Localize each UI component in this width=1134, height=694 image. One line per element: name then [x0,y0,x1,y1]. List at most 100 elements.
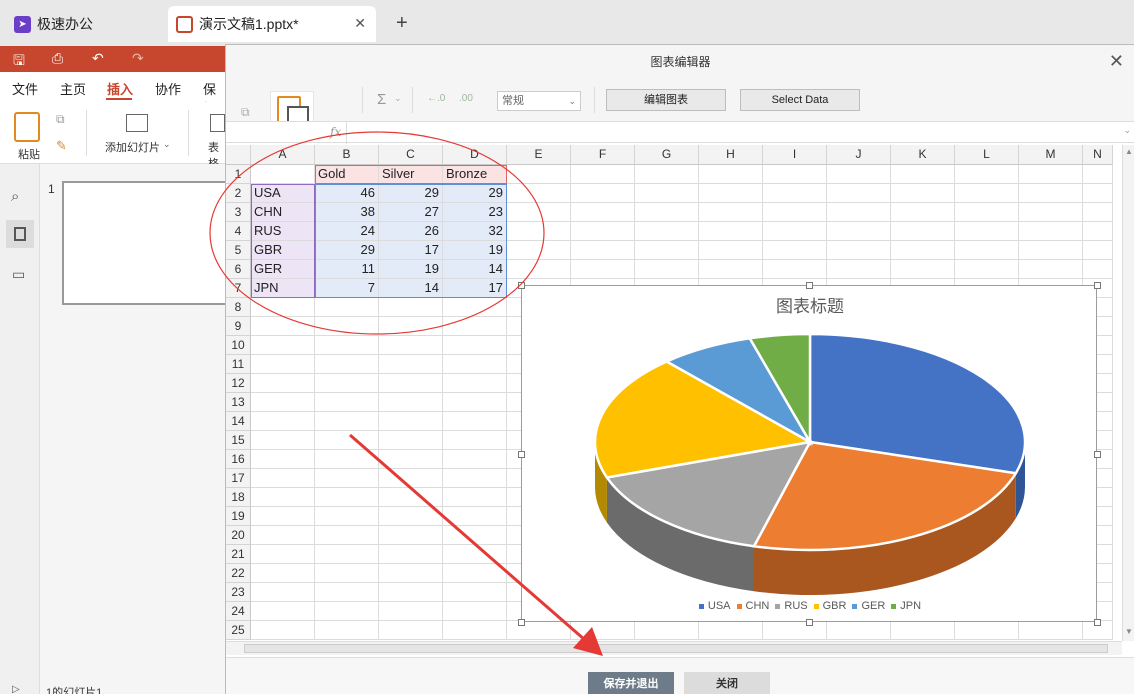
cell-e1[interactable] [507,165,571,184]
cell-m2[interactable] [1019,184,1083,203]
cell-l5[interactable] [955,241,1019,260]
cell-c14[interactable] [379,412,443,431]
cell-a12[interactable] [251,374,315,393]
row-header-21[interactable]: 21 [226,545,251,564]
cell-i5[interactable] [763,241,827,260]
cell-k5[interactable] [891,241,955,260]
row-header-12[interactable]: 12 [226,374,251,393]
cell-c6[interactable]: 19 [379,260,443,279]
cell-a7[interactable]: JPN [251,279,315,298]
cell-k1[interactable] [891,165,955,184]
cell-m4[interactable] [1019,222,1083,241]
cell-b12[interactable] [315,374,379,393]
cell-c25[interactable] [379,621,443,640]
cell-d6[interactable]: 14 [443,260,507,279]
cell-f3[interactable] [571,203,635,222]
play-icon[interactable]: ▷ [12,684,20,694]
column-header-a[interactable]: A [251,145,315,165]
cell-a22[interactable] [251,564,315,583]
column-header-j[interactable]: J [827,145,891,165]
cell-i3[interactable] [763,203,827,222]
cell-d23[interactable] [443,583,507,602]
cell-e3[interactable] [507,203,571,222]
cell-k4[interactable] [891,222,955,241]
cell-j25[interactable] [827,621,891,640]
cell-c5[interactable]: 17 [379,241,443,260]
slides-panel-icon[interactable] [6,220,34,248]
menu-insert[interactable]: 插入 [107,79,133,98]
cell-a10[interactable] [251,336,315,355]
table-icon[interactable] [210,114,225,132]
cell-g4[interactable] [635,222,699,241]
cell-d25[interactable] [443,621,507,640]
chevron-down-icon[interactable]: ⌄ [163,139,171,150]
slide-thumbnail[interactable] [62,181,232,305]
cell-a3[interactable]: CHN [251,203,315,222]
row-header-10[interactable]: 10 [226,336,251,355]
row-header-23[interactable]: 23 [226,583,251,602]
cell-d3[interactable]: 23 [443,203,507,222]
cell-i25[interactable] [763,621,827,640]
resize-handle[interactable] [518,619,525,626]
cell-c22[interactable] [379,564,443,583]
scroll-up-icon[interactable]: ▲ [1125,147,1133,156]
cell-f5[interactable] [571,241,635,260]
legend-item-usa[interactable]: USA [698,600,731,612]
cell-c23[interactable] [379,583,443,602]
cell-g5[interactable] [635,241,699,260]
column-header-d[interactable]: D [443,145,507,165]
cell-h4[interactable] [699,222,763,241]
resize-handle[interactable] [1094,619,1101,626]
row-header-6[interactable]: 6 [226,260,251,279]
cell-c20[interactable] [379,526,443,545]
cell-c16[interactable] [379,450,443,469]
cell-b8[interactable] [315,298,379,317]
cell-k25[interactable] [891,621,955,640]
cell-c17[interactable] [379,469,443,488]
cell-b20[interactable] [315,526,379,545]
cell-b3[interactable]: 38 [315,203,379,222]
cell-c10[interactable] [379,336,443,355]
close-tab-icon[interactable]: ✕ [354,15,366,32]
cell-b10[interactable] [315,336,379,355]
cell-d17[interactable] [443,469,507,488]
cell-d7[interactable]: 17 [443,279,507,298]
resize-handle[interactable] [518,282,525,289]
cell-l6[interactable] [955,260,1019,279]
cell-f6[interactable] [571,260,635,279]
cell-l3[interactable] [955,203,1019,222]
cell-d16[interactable] [443,450,507,469]
cell-d8[interactable] [443,298,507,317]
cell-k6[interactable] [891,260,955,279]
cell-h1[interactable] [699,165,763,184]
row-header-17[interactable]: 17 [226,469,251,488]
cell-b6[interactable]: 11 [315,260,379,279]
cell-d9[interactable] [443,317,507,336]
chevron-down-icon[interactable]: ⌄ [394,93,402,104]
formula-bar[interactable]: fx ⌄ [226,121,1134,144]
cell-d18[interactable] [443,488,507,507]
cell-n4[interactable] [1083,222,1113,241]
edit-chart-button[interactable]: 编辑图表 [606,89,726,111]
add-tab-icon[interactable]: + [396,12,408,35]
menu-collaborate[interactable]: 协作 [155,79,181,98]
format-painter-icon[interactable]: ✎ [56,138,67,154]
cell-b16[interactable] [315,450,379,469]
cell-f25[interactable] [571,621,635,640]
cell-d12[interactable] [443,374,507,393]
cell-a15[interactable] [251,431,315,450]
row-header-7[interactable]: 7 [226,279,251,298]
cell-d5[interactable]: 19 [443,241,507,260]
legend-item-jpn[interactable]: JPN [891,600,921,612]
cell-m1[interactable] [1019,165,1083,184]
cell-c21[interactable] [379,545,443,564]
cell-a18[interactable] [251,488,315,507]
cell-d24[interactable] [443,602,507,621]
cell-h25[interactable] [699,621,763,640]
cell-n6[interactable] [1083,260,1113,279]
row-header-15[interactable]: 15 [226,431,251,450]
cell-e5[interactable] [507,241,571,260]
cell-h5[interactable] [699,241,763,260]
copy-icon[interactable]: ⧉ [241,105,250,120]
cell-a1[interactable] [251,165,315,184]
